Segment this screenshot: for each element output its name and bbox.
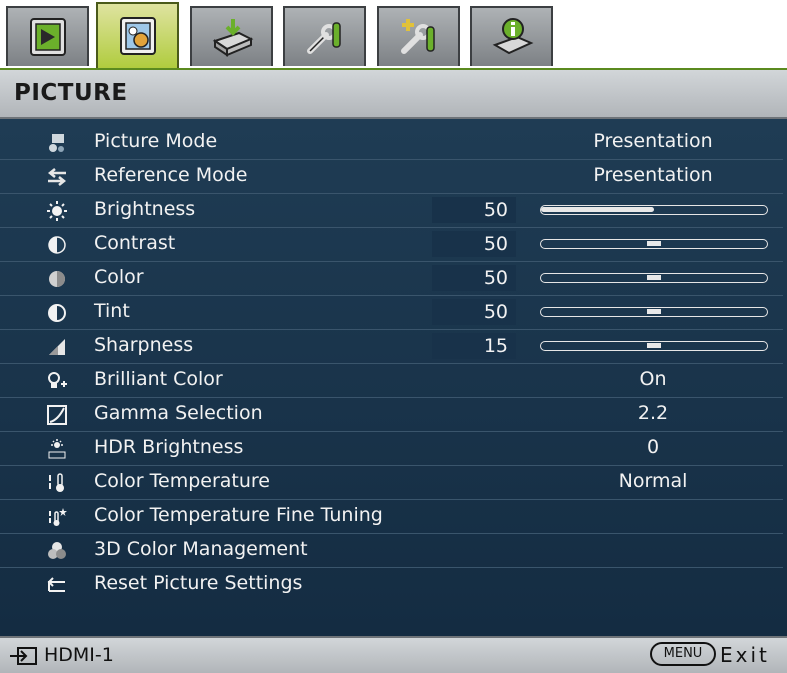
tab-bar [0, 0, 787, 68]
contrast-slider[interactable] [540, 239, 768, 249]
menu-item-label: Color [94, 266, 144, 288]
status-bar: HDMI-1 MENU Exit [0, 636, 787, 673]
brightness-icon [44, 200, 70, 222]
picture-mode-icon [44, 132, 70, 154]
gamma-icon [44, 404, 70, 426]
information-icon [492, 18, 533, 55]
menu-item-brilliant-color[interactable]: Brilliant Color On [0, 364, 783, 398]
menu-item-label: Contrast [94, 232, 176, 254]
tab-system-advanced[interactable] [377, 6, 460, 66]
menu-item-label: Reset Picture Settings [94, 572, 303, 594]
3d-color-icon [44, 540, 70, 562]
slider-marker [647, 241, 661, 246]
tint-icon [44, 302, 70, 324]
menu-item-tint[interactable]: Tint 50 [0, 296, 783, 330]
menu-item-label: 3D Color Management [94, 538, 308, 560]
menu-item-value: Presentation [593, 164, 713, 186]
sharpness-value: 15 [432, 333, 516, 359]
menu-item-hdr-brightness[interactable]: HDR Brightness 0 [0, 432, 783, 466]
brightness-slider[interactable] [540, 205, 768, 215]
menu-item-color[interactable]: Color 50 [0, 262, 783, 296]
menu-item-label: Picture Mode [94, 130, 218, 152]
menu-item-value: Presentation [593, 130, 713, 152]
menu-item-label: Sharpness [94, 334, 194, 356]
menu-item-label: Gamma Selection [94, 402, 263, 424]
projector-osd: PICTURE Picture Mode Presentation Refere… [0, 0, 787, 673]
menu-item-label: Tint [94, 300, 130, 322]
menu-header: PICTURE [0, 68, 787, 119]
tint-value: 50 [432, 299, 516, 325]
brilliant-color-icon [44, 370, 70, 392]
menu-item-label: Brightness [94, 198, 196, 220]
menu-item-value: 2.2 [637, 402, 669, 424]
menu-key-button[interactable]: MENU [650, 642, 716, 666]
page-title: PICTURE [14, 80, 128, 106]
menu-item-reset-picture-settings[interactable]: Reset Picture Settings [0, 568, 783, 602]
slider-marker [647, 275, 661, 280]
slider-marker [647, 309, 661, 314]
color-temperature-icon [44, 472, 70, 494]
menu-item-label: Color Temperature [94, 470, 271, 492]
color-slider[interactable] [540, 273, 768, 283]
system-setup-advanced-icon [400, 19, 435, 54]
input-source-label: HDMI-1 [44, 644, 114, 666]
reset-icon [44, 574, 70, 596]
picture-icon [119, 17, 156, 55]
menu-item-label: HDR Brightness [94, 436, 244, 458]
display-settings-icon [29, 18, 66, 56]
menu-item-label: Reference Mode [94, 164, 248, 186]
reference-mode-icon [44, 166, 70, 188]
contrast-icon [44, 234, 70, 256]
slider-marker [647, 343, 661, 348]
tab-system-basic[interactable] [283, 6, 366, 66]
tint-slider[interactable] [540, 307, 768, 317]
menu-item-label: Brilliant Color [94, 368, 223, 390]
color-value: 50 [432, 265, 516, 291]
menu-item-value: Normal [618, 470, 688, 492]
slider-fill [541, 207, 654, 212]
color-icon [44, 268, 70, 290]
system-setup-basic-icon [306, 22, 341, 54]
exit-label[interactable]: Exit [720, 643, 770, 667]
menu-item-color-temperature[interactable]: Color Temperature Normal [0, 466, 783, 500]
picture-menu: Picture Mode Presentation Reference Mode… [0, 119, 787, 636]
color-temperature-tuning-icon [44, 506, 70, 528]
menu-item-picture-mode[interactable]: Picture Mode Presentation [0, 126, 783, 160]
menu-item-gamma-selection[interactable]: Gamma Selection 2.2 [0, 398, 783, 432]
menu-item-color-temperature-fine-tuning[interactable]: Color Temperature Fine Tuning [0, 500, 783, 534]
menu-item-label: Color Temperature Fine Tuning [94, 504, 383, 526]
menu-item-sharpness[interactable]: Sharpness 15 [0, 330, 783, 364]
tab-picture[interactable] [96, 2, 179, 68]
sharpness-slider[interactable] [540, 341, 768, 351]
tab-source[interactable] [190, 6, 273, 66]
source-icon [212, 19, 253, 57]
tab-information[interactable] [470, 6, 553, 66]
menu-item-value: On [639, 368, 667, 390]
menu-item-contrast[interactable]: Contrast 50 [0, 228, 783, 262]
menu-item-value: 0 [646, 436, 660, 458]
hdr-brightness-icon [44, 438, 70, 460]
menu-item-brightness[interactable]: Brightness 50 [0, 194, 783, 228]
input-source-icon [10, 647, 37, 665]
tab-display[interactable] [6, 6, 89, 66]
sharpness-icon [44, 336, 70, 358]
menu-item-3d-color-management[interactable]: 3D Color Management [0, 534, 783, 568]
contrast-value: 50 [432, 231, 516, 257]
brightness-value: 50 [432, 197, 516, 223]
menu-item-reference-mode[interactable]: Reference Mode Presentation [0, 160, 783, 194]
